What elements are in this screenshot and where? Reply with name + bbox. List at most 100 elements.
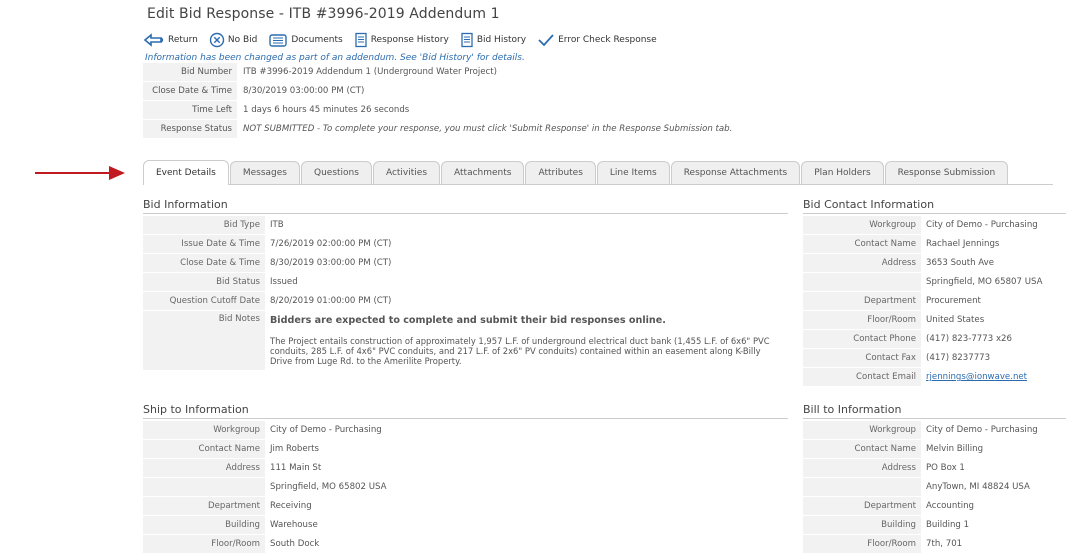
response-status-value: NOT SUBMITTED - To complete your respons… [237,119,739,139]
table-row: Workgroup City of Demo - Purchasing [143,421,788,440]
table-row: Address PO Box 1 [803,458,1066,478]
table-row: Time Left 1 days 6 hours 45 minutes 26 s… [143,100,739,120]
field-label: Workgroup [803,216,921,235]
tab-plan-holders[interactable]: Plan Holders [801,161,884,184]
checkmark-icon [538,34,554,47]
close-date-value: 8/30/2019 03:00:00 PM (CT) [237,81,739,101]
contact-name-value: Jim Roberts [265,439,788,459]
table-row: Bid Number ITB #3996-2019 Addendum 1 (Un… [143,63,739,82]
tab-attachments[interactable]: Attachments [441,161,525,184]
department-value: Receiving [265,496,788,516]
contact-fax-value: (417) 8237773 [921,348,1066,368]
address-line2: Springfield, MO 65807 USA [921,272,1066,292]
close-date-value: 8/30/2019 03:00:00 PM (CT) [265,253,788,273]
tab-questions[interactable]: Questions [301,161,372,184]
field-label: Floor/Room [803,310,921,330]
tab-event-details[interactable]: Event Details [143,160,229,185]
contact-email-cell: rjennings@ionwave.net [921,367,1066,387]
table-row: Contact Fax (417) 8237773 [803,348,1066,368]
return-label: Return [168,35,198,45]
table-row: AnyTown, MI 48824 USA [803,477,1066,497]
tab-response-submission[interactable]: Response Submission [884,161,1009,184]
address-line2: Springfield, MO 65802 USA [265,477,788,497]
tab-activities[interactable]: Activities [372,161,441,184]
bid-summary-table: Bid Number ITB #3996-2019 Addendum 1 (Un… [143,63,739,139]
floor-room-value: South Dock [265,534,788,554]
table-row: Contact Name Jim Roberts [143,439,788,459]
circle-x-icon [209,32,225,48]
return-button[interactable]: Return [143,33,198,47]
question-cutoff-value: 8/20/2019 01:00:00 PM (CT) [265,291,788,311]
table-row: Close Date & Time 8/30/2019 03:00:00 PM … [143,81,739,101]
field-label: Bid Number [143,63,237,82]
documents-button[interactable]: Documents [268,32,343,48]
time-left-value: 1 days 6 hours 45 minutes 26 seconds [237,100,739,120]
section-title: Bill to Information [803,403,1066,419]
field-label-empty [143,477,265,497]
field-label: Contact Name [143,439,265,459]
documents-icon [269,34,288,47]
table-row: Contact Name Melvin Billing [803,439,1066,459]
response-history-label: Response History [370,35,449,45]
bid-contact-table: Workgroup City of Demo - Purchasing Cont… [803,216,1066,387]
building-value: Warehouse [265,515,788,535]
bid-notes-headline: Bidders are expected to complete and sub… [265,310,788,330]
field-label: Address [803,458,921,478]
table-row: Department Procurement [803,291,1066,311]
error-check-response-button[interactable]: Error Check Response [537,32,657,48]
field-label: Bid Type [143,216,265,235]
field-label: Bid Notes [143,310,265,371]
page-title: Edit Bid Response - ITB #3996-2019 Adden… [147,6,500,22]
tab-attributes[interactable]: Attributes [525,161,596,184]
table-row: Springfield, MO 65807 USA [803,272,1066,292]
contact-email-link[interactable]: rjennings@ionwave.net [926,372,1027,382]
section-title: Ship to Information [143,403,788,419]
department-value: Accounting [921,496,1066,516]
table-row: Bid Status Issued [143,272,788,292]
bid-information-table: Bid Type ITB Issue Date & Time 7/26/2019… [143,216,788,371]
table-row: Workgroup City of Demo - Purchasing [803,421,1066,440]
bill-to-section: Bill to Information Workgroup City of De… [803,403,1066,554]
field-label-empty [803,272,921,292]
documents-label: Documents [291,35,343,45]
issue-date-value: 7/26/2019 02:00:00 PM (CT) [265,234,788,254]
addendum-notice: Information has been changed as part of … [145,53,525,63]
tab-line-items[interactable]: Line Items [596,161,670,184]
table-row: Response Status NOT SUBMITTED - To compl… [143,119,739,139]
field-label: Contact Name [803,234,921,254]
table-row: Contact Name Rachael Jennings [803,234,1066,254]
bid-type-value: ITB [265,216,788,235]
workgroup-value: City of Demo - Purchasing [921,421,1066,440]
field-label: Workgroup [803,421,921,440]
table-row: Address 111 Main St [143,458,788,478]
bid-status-value: Issued [265,272,788,292]
field-label: Workgroup [143,421,265,440]
address-line1: 3653 South Ave [921,253,1066,273]
bid-number-value: ITB #3996-2019 Addendum 1 (Underground W… [237,63,739,82]
no-bid-button[interactable]: No Bid [209,32,258,48]
table-row: Building Building 1 [803,515,1066,535]
field-label: Response Status [143,119,237,139]
no-bid-label: No Bid [227,35,258,45]
address-line2: AnyTown, MI 48824 USA [921,477,1066,497]
ship-to-table: Workgroup City of Demo - Purchasing Cont… [143,421,788,554]
address-line1: PO Box 1 [921,458,1066,478]
bid-notes-description: The Project entails construction of appr… [265,329,788,371]
contact-phone-value: (417) 823-7773 x26 [921,329,1066,349]
tab-bar: Event Details Messages Questions Activit… [143,160,1053,185]
building-value: Building 1 [921,515,1066,535]
tab-messages[interactable]: Messages [229,161,300,184]
error-check-label: Error Check Response [558,35,657,45]
bill-to-table: Workgroup City of Demo - Purchasing Cont… [803,421,1066,554]
tab-response-attachments[interactable]: Response Attachments [670,161,801,184]
return-arrow-icon [143,33,164,47]
bid-contact-section: Bid Contact Information Workgroup City o… [803,198,1066,387]
toolbar: Return No Bid Documents Response History… [143,29,1053,51]
field-label: Contact Phone [803,329,921,349]
bid-history-button[interactable]: Bid History [460,32,526,48]
field-label: Floor/Room [803,534,921,554]
response-history-button[interactable]: Response History [354,32,449,48]
red-arrow-icon [35,166,125,180]
floor-room-value: 7th, 701 [921,534,1066,554]
field-label: Issue Date & Time [143,234,265,254]
